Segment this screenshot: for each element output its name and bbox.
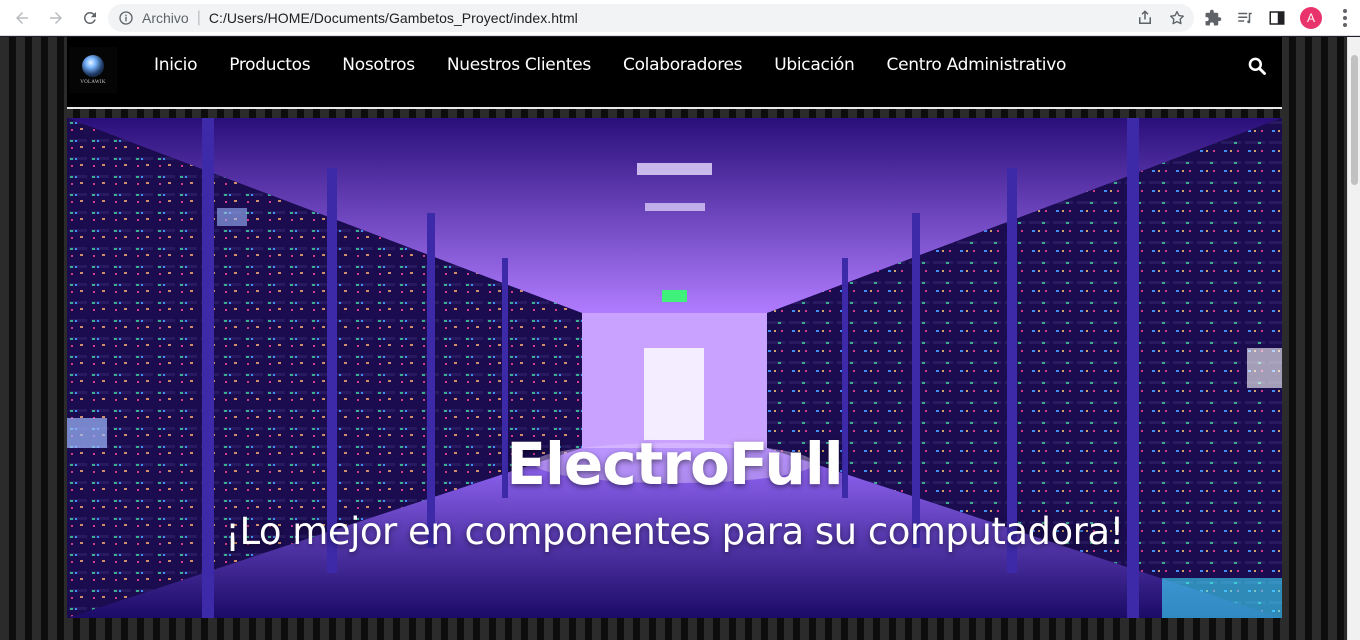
info-icon[interactable]: [118, 10, 134, 26]
nav-nosotros[interactable]: Nosotros: [342, 55, 415, 75]
hero-title: ElectroFull: [506, 430, 843, 498]
address-bar[interactable]: Archivo | C:/Users/HOME/Documents/Gambet…: [108, 4, 1194, 32]
logo-orb-icon: [82, 55, 104, 77]
url-text[interactable]: C:/Users/HOME/Documents/Gambetos_Proyect…: [209, 10, 578, 26]
page-scrollbar[interactable]: [1347, 37, 1360, 640]
reload-button[interactable]: [76, 4, 104, 32]
hero-banner: ElectroFull ¡Lo mejor en componentes par…: [67, 118, 1282, 618]
nav-inicio[interactable]: Inicio: [154, 55, 197, 75]
forward-button[interactable]: [42, 4, 70, 32]
scrollbar-thumb[interactable]: [1351, 55, 1358, 185]
side-panel-icon[interactable]: [1268, 9, 1286, 27]
site-logo[interactable]: VOLAWIK: [69, 47, 117, 93]
protocol-label: Archivo: [142, 10, 189, 26]
nav-ubicacion[interactable]: Ubicación: [774, 55, 855, 75]
back-arrow-icon: [16, 11, 28, 24]
site-header: VOLAWIK Inicio Productos Nosotros Nuestr…: [67, 37, 1282, 109]
hero-subtitle: ¡Lo mejor en componentes para su computa…: [225, 510, 1124, 553]
more-menu-icon[interactable]: [1336, 9, 1354, 27]
reload-icon: [83, 11, 96, 24]
back-button[interactable]: [8, 4, 36, 32]
nav-productos[interactable]: Productos: [229, 55, 310, 75]
main-nav: Inicio Productos Nosotros Nuestros Clien…: [154, 55, 1066, 75]
reading-list-icon[interactable]: [1236, 9, 1254, 27]
nav-colaboradores[interactable]: Colaboradores: [623, 55, 743, 75]
search-icon[interactable]: [1247, 56, 1267, 76]
nav-centro-administrativo[interactable]: Centro Administrativo: [887, 55, 1067, 75]
forward-arrow-icon: [50, 11, 62, 24]
profile-avatar[interactable]: A: [1300, 7, 1322, 29]
bookmark-star-icon[interactable]: [1168, 9, 1186, 27]
logo-text: VOLAWIK: [80, 80, 106, 85]
address-divider: |: [196, 9, 201, 26]
share-icon[interactable]: [1136, 9, 1154, 27]
nav-nuestros-clientes[interactable]: Nuestros Clientes: [447, 55, 591, 75]
extensions-icon[interactable]: [1204, 9, 1222, 27]
browser-toolbar: Archivo | C:/Users/HOME/Documents/Gambet…: [0, 0, 1360, 36]
page-viewport: VOLAWIK Inicio Productos Nosotros Nuestr…: [0, 37, 1347, 640]
